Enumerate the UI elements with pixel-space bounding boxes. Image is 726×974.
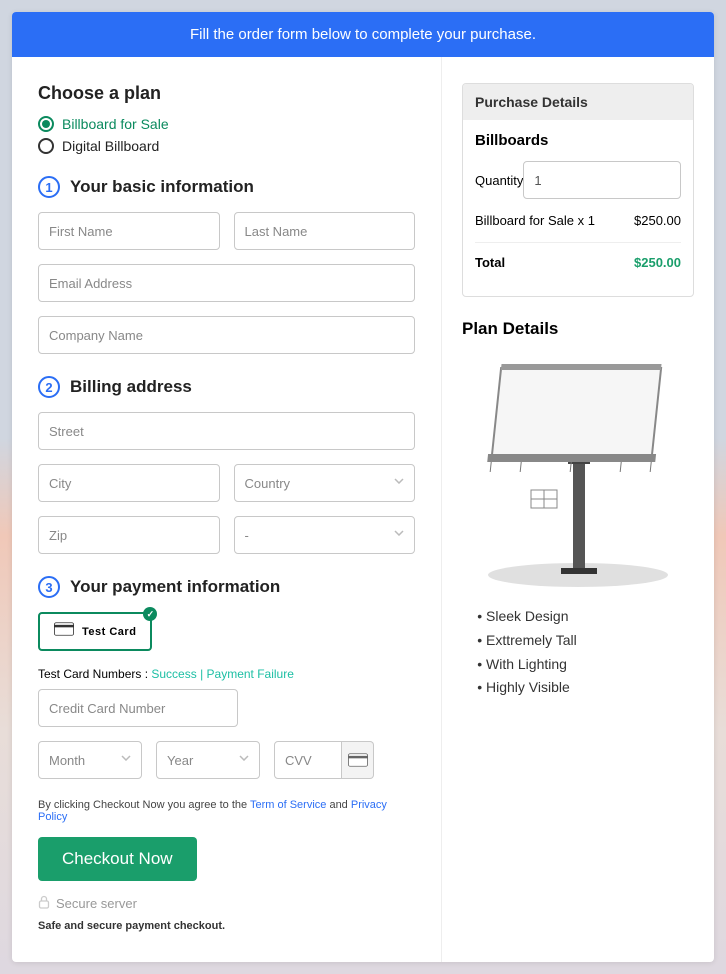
step-2-title: Billing address bbox=[70, 377, 192, 397]
bullet-item: Exttremely Tall bbox=[486, 629, 694, 653]
zip-field[interactable] bbox=[38, 516, 220, 554]
plan-details-title: Plan Details bbox=[462, 319, 694, 339]
state-select-text: - bbox=[245, 528, 249, 543]
test-success-link[interactable]: Success bbox=[151, 667, 196, 681]
step-1-header: 1 Your basic information bbox=[38, 176, 415, 198]
quantity-label: Quantity bbox=[475, 173, 523, 188]
purchase-subtitle: Billboards bbox=[475, 132, 681, 149]
test-prefix: Test Card Numbers : bbox=[38, 667, 151, 681]
card-number-field[interactable] bbox=[38, 689, 238, 727]
plan-option-billboard-sale[interactable]: Billboard for Sale bbox=[38, 116, 415, 132]
quantity-input[interactable] bbox=[523, 161, 681, 199]
check-badge-icon bbox=[143, 607, 157, 621]
step-number-icon: 3 bbox=[38, 576, 60, 598]
street-field[interactable] bbox=[38, 412, 415, 450]
test-card-option[interactable]: Test Card bbox=[38, 612, 152, 651]
plan-bullets: Sleek Design Exttremely Tall With Lighti… bbox=[462, 605, 694, 700]
email-field[interactable] bbox=[38, 264, 415, 302]
year-select-text: Year bbox=[167, 753, 193, 768]
country-select-text: Country bbox=[245, 476, 291, 491]
radio-selected-icon bbox=[38, 116, 54, 132]
month-select-text: Month bbox=[49, 753, 85, 768]
line-item-label: Billboard for Sale x 1 bbox=[475, 213, 595, 228]
test-card-numbers-line: Test Card Numbers : Success | Payment Fa… bbox=[38, 667, 415, 681]
lock-icon bbox=[38, 895, 50, 912]
tos-link[interactable]: Term of Service bbox=[250, 799, 326, 811]
country-select[interactable]: Country bbox=[234, 464, 416, 502]
purchase-details-panel: Purchase Details Billboards Quantity Bil… bbox=[462, 83, 694, 297]
bullet-item: Sleek Design bbox=[486, 605, 694, 629]
plan-option-label: Digital Billboard bbox=[62, 138, 159, 154]
choose-plan-title: Choose a plan bbox=[38, 83, 415, 104]
secure-server-label: Secure server bbox=[56, 896, 137, 911]
step-3-header: 3 Your payment information bbox=[38, 576, 415, 598]
secure-server-row: Secure server bbox=[38, 895, 415, 912]
total-value: $250.00 bbox=[634, 255, 681, 270]
step-number-icon: 2 bbox=[38, 376, 60, 398]
purchase-details-title: Purchase Details bbox=[463, 84, 693, 120]
radio-unselected-icon bbox=[38, 138, 54, 154]
billboard-image bbox=[462, 355, 694, 585]
chevron-down-icon bbox=[121, 755, 131, 765]
last-name-field[interactable] bbox=[234, 212, 416, 250]
bullet-item: With Lighting bbox=[486, 653, 694, 677]
step-1-title: Your basic information bbox=[70, 177, 254, 197]
total-label: Total bbox=[475, 255, 505, 270]
chevron-down-icon bbox=[394, 530, 404, 540]
chevron-down-icon bbox=[394, 478, 404, 488]
line-item-price: $250.00 bbox=[634, 213, 681, 228]
terms-text: By clicking Checkout Now you agree to th… bbox=[38, 799, 415, 823]
bullet-item: Highly Visible bbox=[486, 676, 694, 700]
test-failure-link[interactable]: Payment Failure bbox=[207, 667, 294, 681]
step-3-title: Your payment information bbox=[70, 577, 280, 597]
chevron-down-icon bbox=[239, 755, 249, 765]
step-2-header: 2 Billing address bbox=[38, 376, 415, 398]
company-field[interactable] bbox=[38, 316, 415, 354]
year-select[interactable]: Year bbox=[156, 741, 260, 779]
banner: Fill the order form below to complete yo… bbox=[12, 12, 714, 57]
month-select[interactable]: Month bbox=[38, 741, 142, 779]
cvv-field[interactable] bbox=[274, 741, 342, 779]
card-icon bbox=[54, 622, 74, 641]
safe-note: Safe and secure payment checkout. bbox=[38, 920, 415, 932]
city-field[interactable] bbox=[38, 464, 220, 502]
step-number-icon: 1 bbox=[38, 176, 60, 198]
cvv-help-button[interactable] bbox=[342, 741, 374, 779]
plan-option-label: Billboard for Sale bbox=[62, 116, 169, 132]
state-select[interactable]: - bbox=[234, 516, 416, 554]
first-name-field[interactable] bbox=[38, 212, 220, 250]
test-card-label: Test Card bbox=[82, 626, 136, 638]
checkout-button[interactable]: Checkout Now bbox=[38, 837, 197, 881]
plan-option-digital-billboard[interactable]: Digital Billboard bbox=[38, 138, 415, 154]
